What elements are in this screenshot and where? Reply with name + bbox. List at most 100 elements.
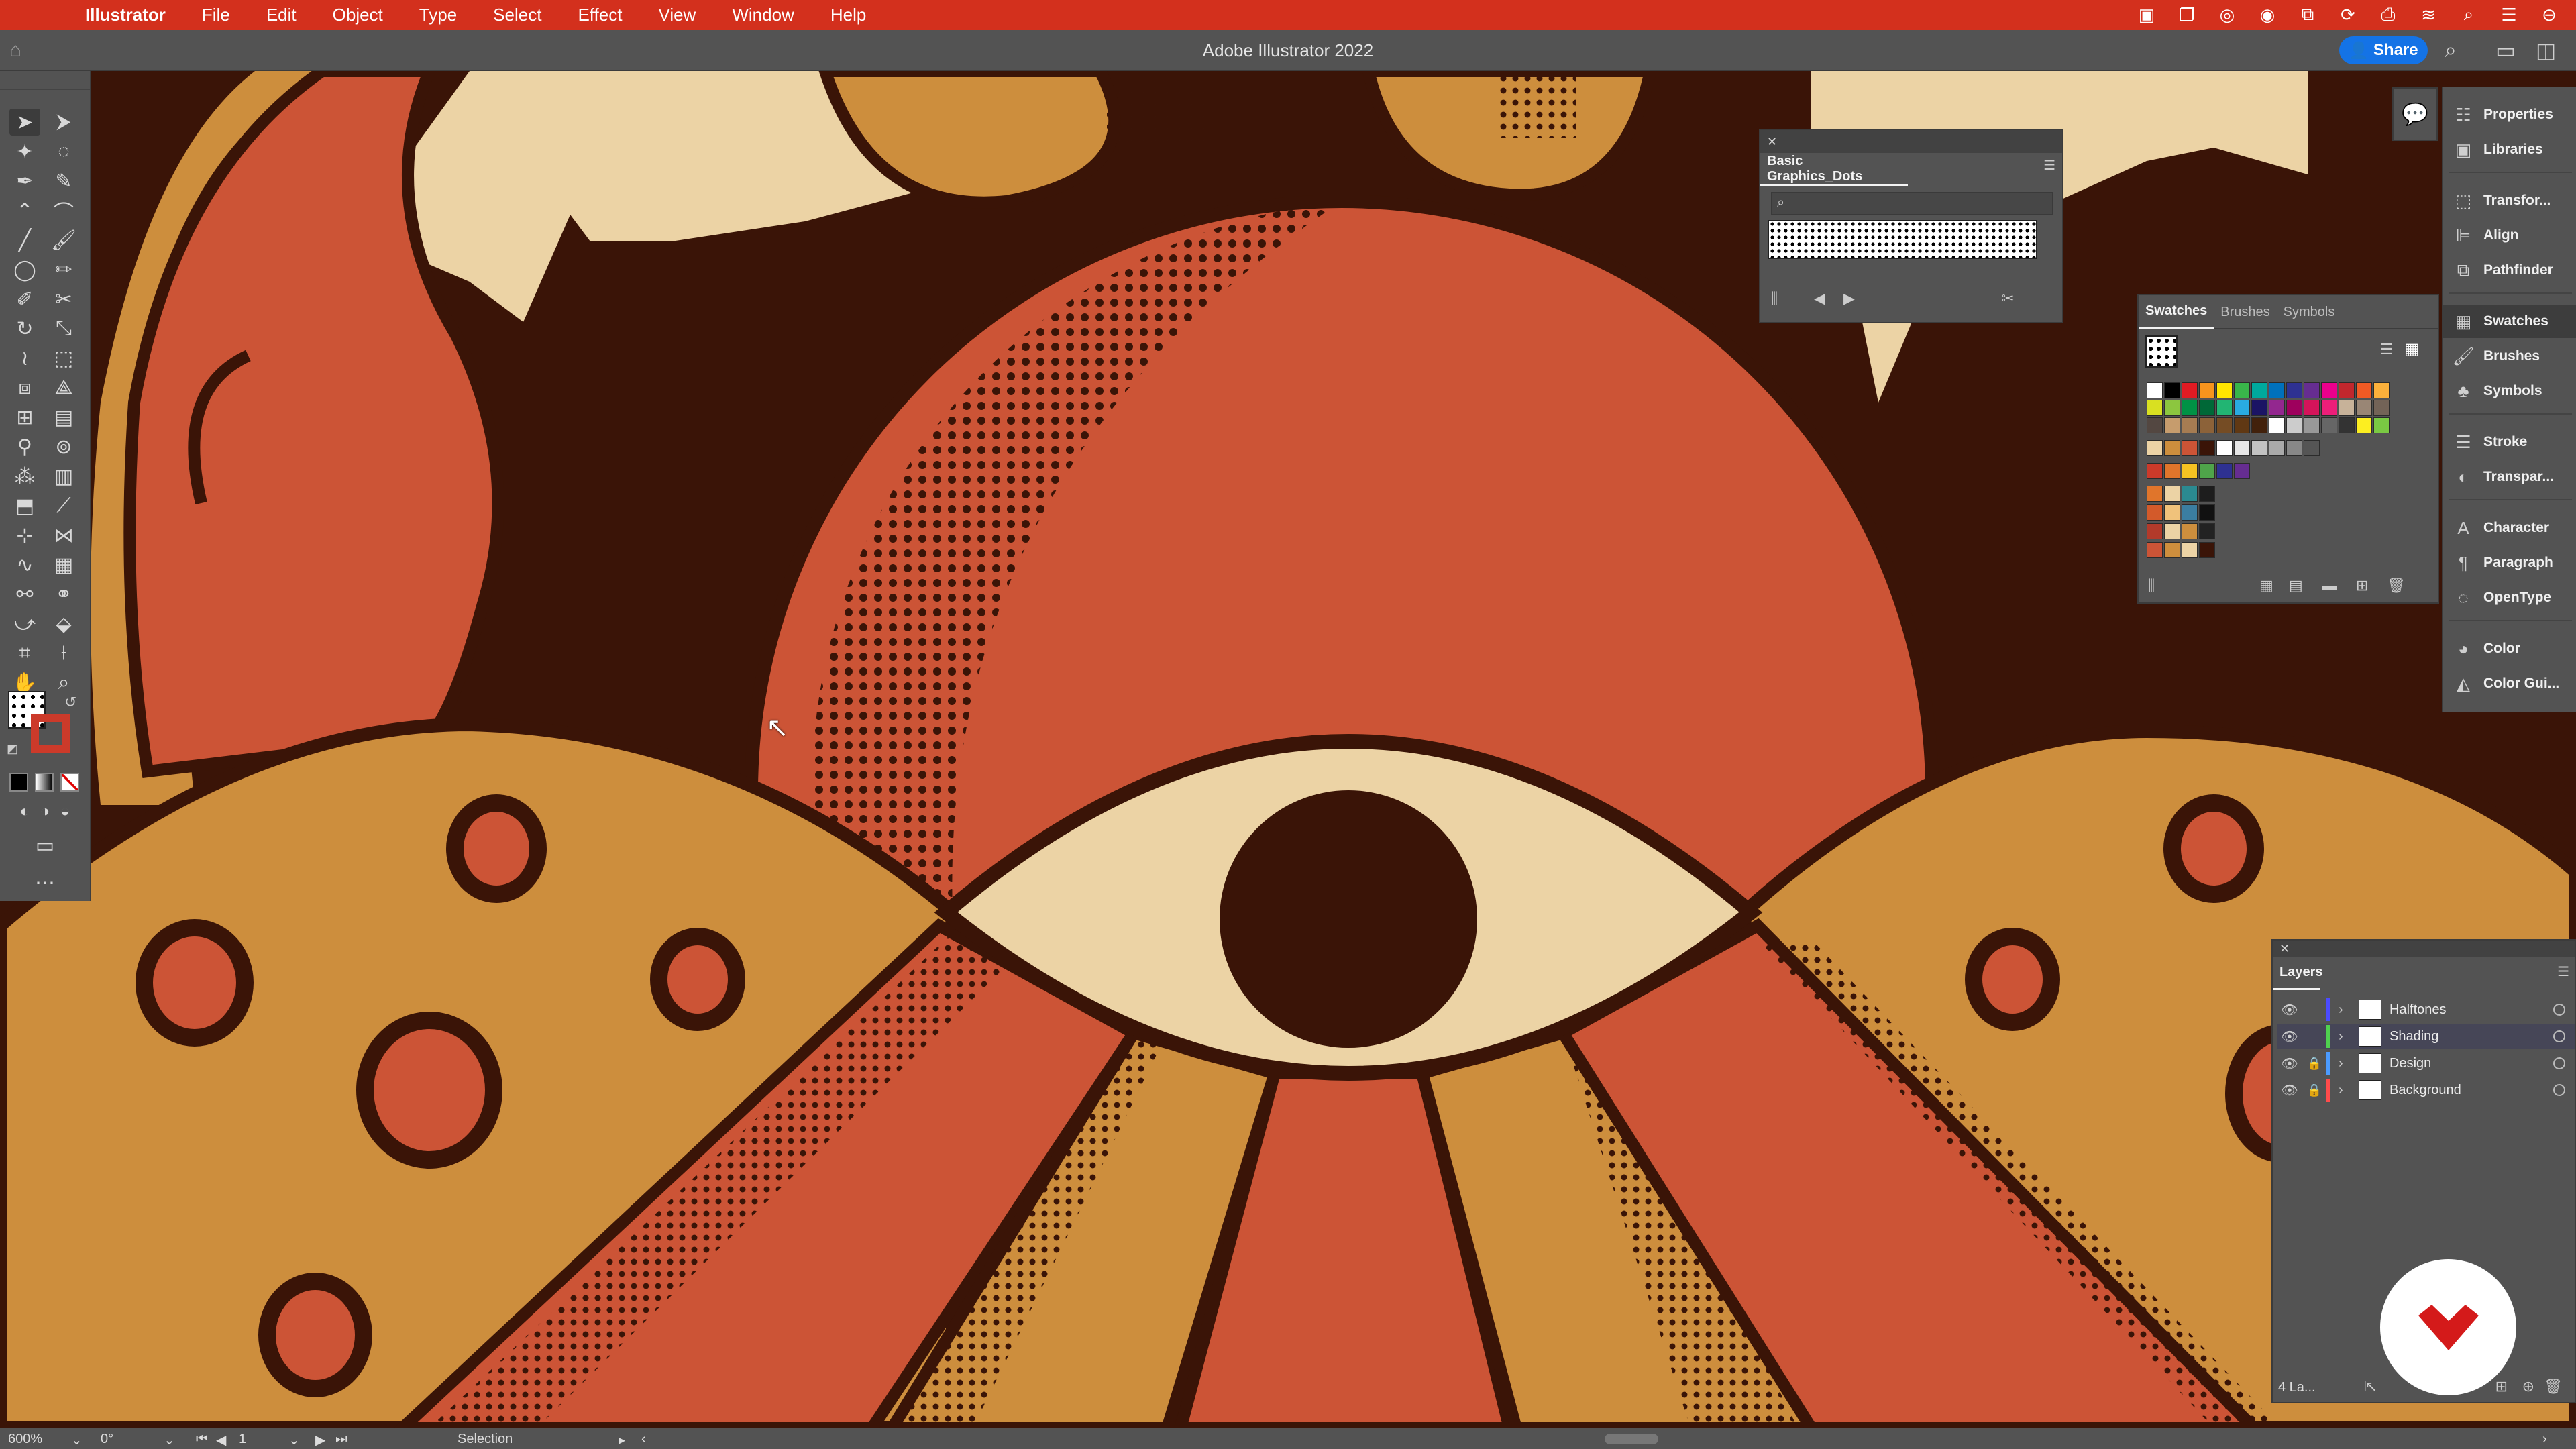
notification-icon[interactable]: ⊖: [2536, 5, 2562, 25]
none-mode-icon[interactable]: [60, 773, 79, 792]
app-status-icon[interactable]: ▣: [2134, 5, 2159, 25]
dock-item-align[interactable]: ⊫ Align: [2443, 219, 2576, 252]
next-library-icon[interactable]: ▶: [1843, 290, 1855, 307]
wifi-icon[interactable]: ≋: [2416, 5, 2441, 25]
zoom-tool-icon[interactable]: ⌕: [48, 669, 79, 696]
expand-chevron-icon[interactable]: ›: [2339, 1083, 2359, 1098]
scroll-left-icon[interactable]: ‹: [641, 1432, 646, 1447]
dock-item-brushes[interactable]: 🖌 Brushes: [2443, 339, 2576, 373]
grid-view-icon[interactable]: ▦: [2404, 339, 2420, 359]
new-color-group-icon[interactable]: ▬: [2322, 577, 2337, 594]
pencil-tool-icon[interactable]: ✏: [48, 256, 79, 283]
workspace-switcher-icon[interactable]: ◫: [2536, 38, 2556, 63]
dock-item-paragraph[interactable]: ¶ Paragraph: [2443, 546, 2576, 580]
dock-item-opentype[interactable]: ◌ OpenType: [2443, 581, 2576, 614]
dot-pattern-swatches[interactable]: [1768, 220, 2037, 259]
shaper-tool-icon[interactable]: ⚭: [48, 581, 79, 608]
swatch-libraries-menu-icon[interactable]: ⫼: [2148, 577, 2155, 594]
panel-menu-icon[interactable]: ☰: [2043, 157, 2055, 174]
slice-tool-icon[interactable]: ⟋: [48, 492, 79, 519]
tools-panel-grip[interactable]: [0, 71, 90, 90]
swatch-kind-icon[interactable]: ▦: [2259, 577, 2273, 594]
menu-object[interactable]: Object: [315, 5, 401, 25]
dock-item-transform[interactable]: ⬚ Transfor...: [2443, 184, 2576, 217]
draw-inside-icon[interactable]: ◒: [50, 798, 80, 825]
search-icon[interactable]: ⌕: [2445, 38, 2457, 63]
share-button[interactable]: 👤 Share: [2339, 36, 2428, 64]
blob-brush-tool-icon[interactable]: ✐: [9, 286, 40, 313]
zoom-dropdown-icon[interactable]: ⌄: [71, 1432, 83, 1448]
list-view-icon[interactable]: ☰: [2380, 341, 2394, 358]
artboard-canvas[interactable]: [0, 71, 2576, 1428]
artboard-number[interactable]: 1: [239, 1432, 246, 1447]
close-icon[interactable]: ✕: [2279, 942, 2290, 956]
new-sublayer-icon[interactable]: ⊞: [2496, 1378, 2508, 1395]
arrange-documents-icon[interactable]: ▭: [2496, 38, 2516, 63]
scale-tool-icon[interactable]: ⤡: [48, 315, 79, 342]
delete-swatch-icon[interactable]: 🗑: [2387, 577, 2406, 594]
edit-toolbar-icon[interactable]: ⋯: [30, 869, 60, 896]
dock-item-properties[interactable]: ☷ Properties: [2443, 98, 2576, 131]
swatch-group[interactable]: [2147, 504, 2215, 521]
gradient-tool-icon[interactable]: ▤: [48, 404, 79, 431]
stroke-color-swatch[interactable]: [31, 714, 70, 753]
dock-item-pathfinder[interactable]: ⧉ Pathfinder: [2443, 254, 2576, 287]
smooth-tool-icon[interactable]: ∿: [9, 551, 40, 578]
close-icon[interactable]: ✕: [1767, 135, 1777, 149]
unlink-icon[interactable]: ✂: [2002, 290, 2014, 307]
menu-app-illustrator[interactable]: Illustrator: [67, 5, 184, 25]
menu-view[interactable]: View: [640, 5, 714, 25]
free-transform-tool-icon[interactable]: ⬚: [48, 345, 79, 372]
mesh-tool-icon[interactable]: ⊞: [9, 404, 40, 431]
menu-type[interactable]: Type: [401, 5, 475, 25]
tab-brushes[interactable]: Brushes: [2214, 295, 2276, 329]
ruler-tool-icon[interactable]: ▦: [48, 551, 79, 578]
dock-item-color[interactable]: ◕ Color: [2443, 632, 2576, 665]
dots-panel-title[interactable]: Basic Graphics_Dots: [1760, 153, 1908, 186]
tab-symbols[interactable]: Symbols: [2277, 295, 2342, 329]
puppet-warp-tool-icon[interactable]: ⊹: [9, 522, 40, 549]
blend-tool-icon[interactable]: ⊚: [48, 433, 79, 460]
swap-fill-stroke-icon[interactable]: ↺: [64, 694, 76, 711]
default-fill-stroke-icon[interactable]: ◩: [7, 742, 18, 756]
visibility-eye-icon[interactable]: 👁: [2277, 1082, 2302, 1099]
next-artboard-icon[interactable]: ▶: [315, 1432, 325, 1448]
dock-item-stroke[interactable]: ☰ Stroke: [2443, 425, 2576, 459]
menu-edit[interactable]: Edit: [248, 5, 315, 25]
swatch-row[interactable]: [2147, 417, 2390, 433]
target-circle-icon[interactable]: [2553, 1057, 2565, 1069]
rotate-tool-icon[interactable]: ↻: [9, 315, 40, 342]
delete-layer-icon[interactable]: 🗑: [2544, 1378, 2563, 1395]
dock-item-transparency[interactable]: ◐ Transpar...: [2443, 460, 2576, 494]
scroll-right-icon[interactable]: ›: [2542, 1432, 2547, 1447]
layer-name[interactable]: Halftones: [2390, 1002, 2447, 1018]
swatch-group[interactable]: [2147, 542, 2215, 558]
visibility-eye-icon[interactable]: 👁: [2277, 1055, 2302, 1072]
swatch-row[interactable]: [2147, 463, 2250, 479]
lock-icon[interactable]: 🔒: [2302, 1057, 2326, 1071]
tab-swatches[interactable]: Swatches: [2139, 295, 2214, 329]
last-artboard-icon[interactable]: ⏭: [335, 1432, 347, 1447]
layer-row-shading[interactable]: 👁 › Shading: [2277, 1024, 2575, 1049]
dock-item-symbols[interactable]: ♣ Symbols: [2443, 374, 2576, 408]
panel-menu-icon[interactable]: ☰: [2557, 963, 2569, 980]
dock-item-character[interactable]: A Character: [2443, 511, 2576, 545]
swatch-group[interactable]: [2147, 486, 2215, 502]
record-icon[interactable]: ◉: [2255, 5, 2280, 25]
visibility-eye-icon[interactable]: 👁: [2277, 1002, 2302, 1018]
menu-select[interactable]: Select: [475, 5, 559, 25]
layer-name[interactable]: Shading: [2390, 1029, 2438, 1044]
export-icon[interactable]: ⇱: [2364, 1378, 2376, 1395]
menu-file[interactable]: File: [184, 5, 248, 25]
expand-chevron-icon[interactable]: ›: [2339, 1056, 2359, 1071]
menu-help[interactable]: Help: [812, 5, 884, 25]
lock-icon[interactable]: 🔒: [2302, 1083, 2326, 1097]
previous-library-icon[interactable]: ◀: [1814, 290, 1825, 307]
dock-item-color-guide[interactable]: ◭ Color Gui...: [2443, 667, 2576, 700]
paintbrush-tool-icon[interactable]: 🖌: [48, 227, 79, 254]
column-graph-tool-icon[interactable]: ▥: [48, 463, 79, 490]
warp-tool-icon[interactable]: ≀: [9, 345, 40, 372]
expand-chevron-icon[interactable]: ›: [2339, 1002, 2359, 1018]
new-swatch-icon[interactable]: ⊞: [2356, 577, 2368, 594]
window-status-icon[interactable]: ❐: [2174, 5, 2200, 25]
